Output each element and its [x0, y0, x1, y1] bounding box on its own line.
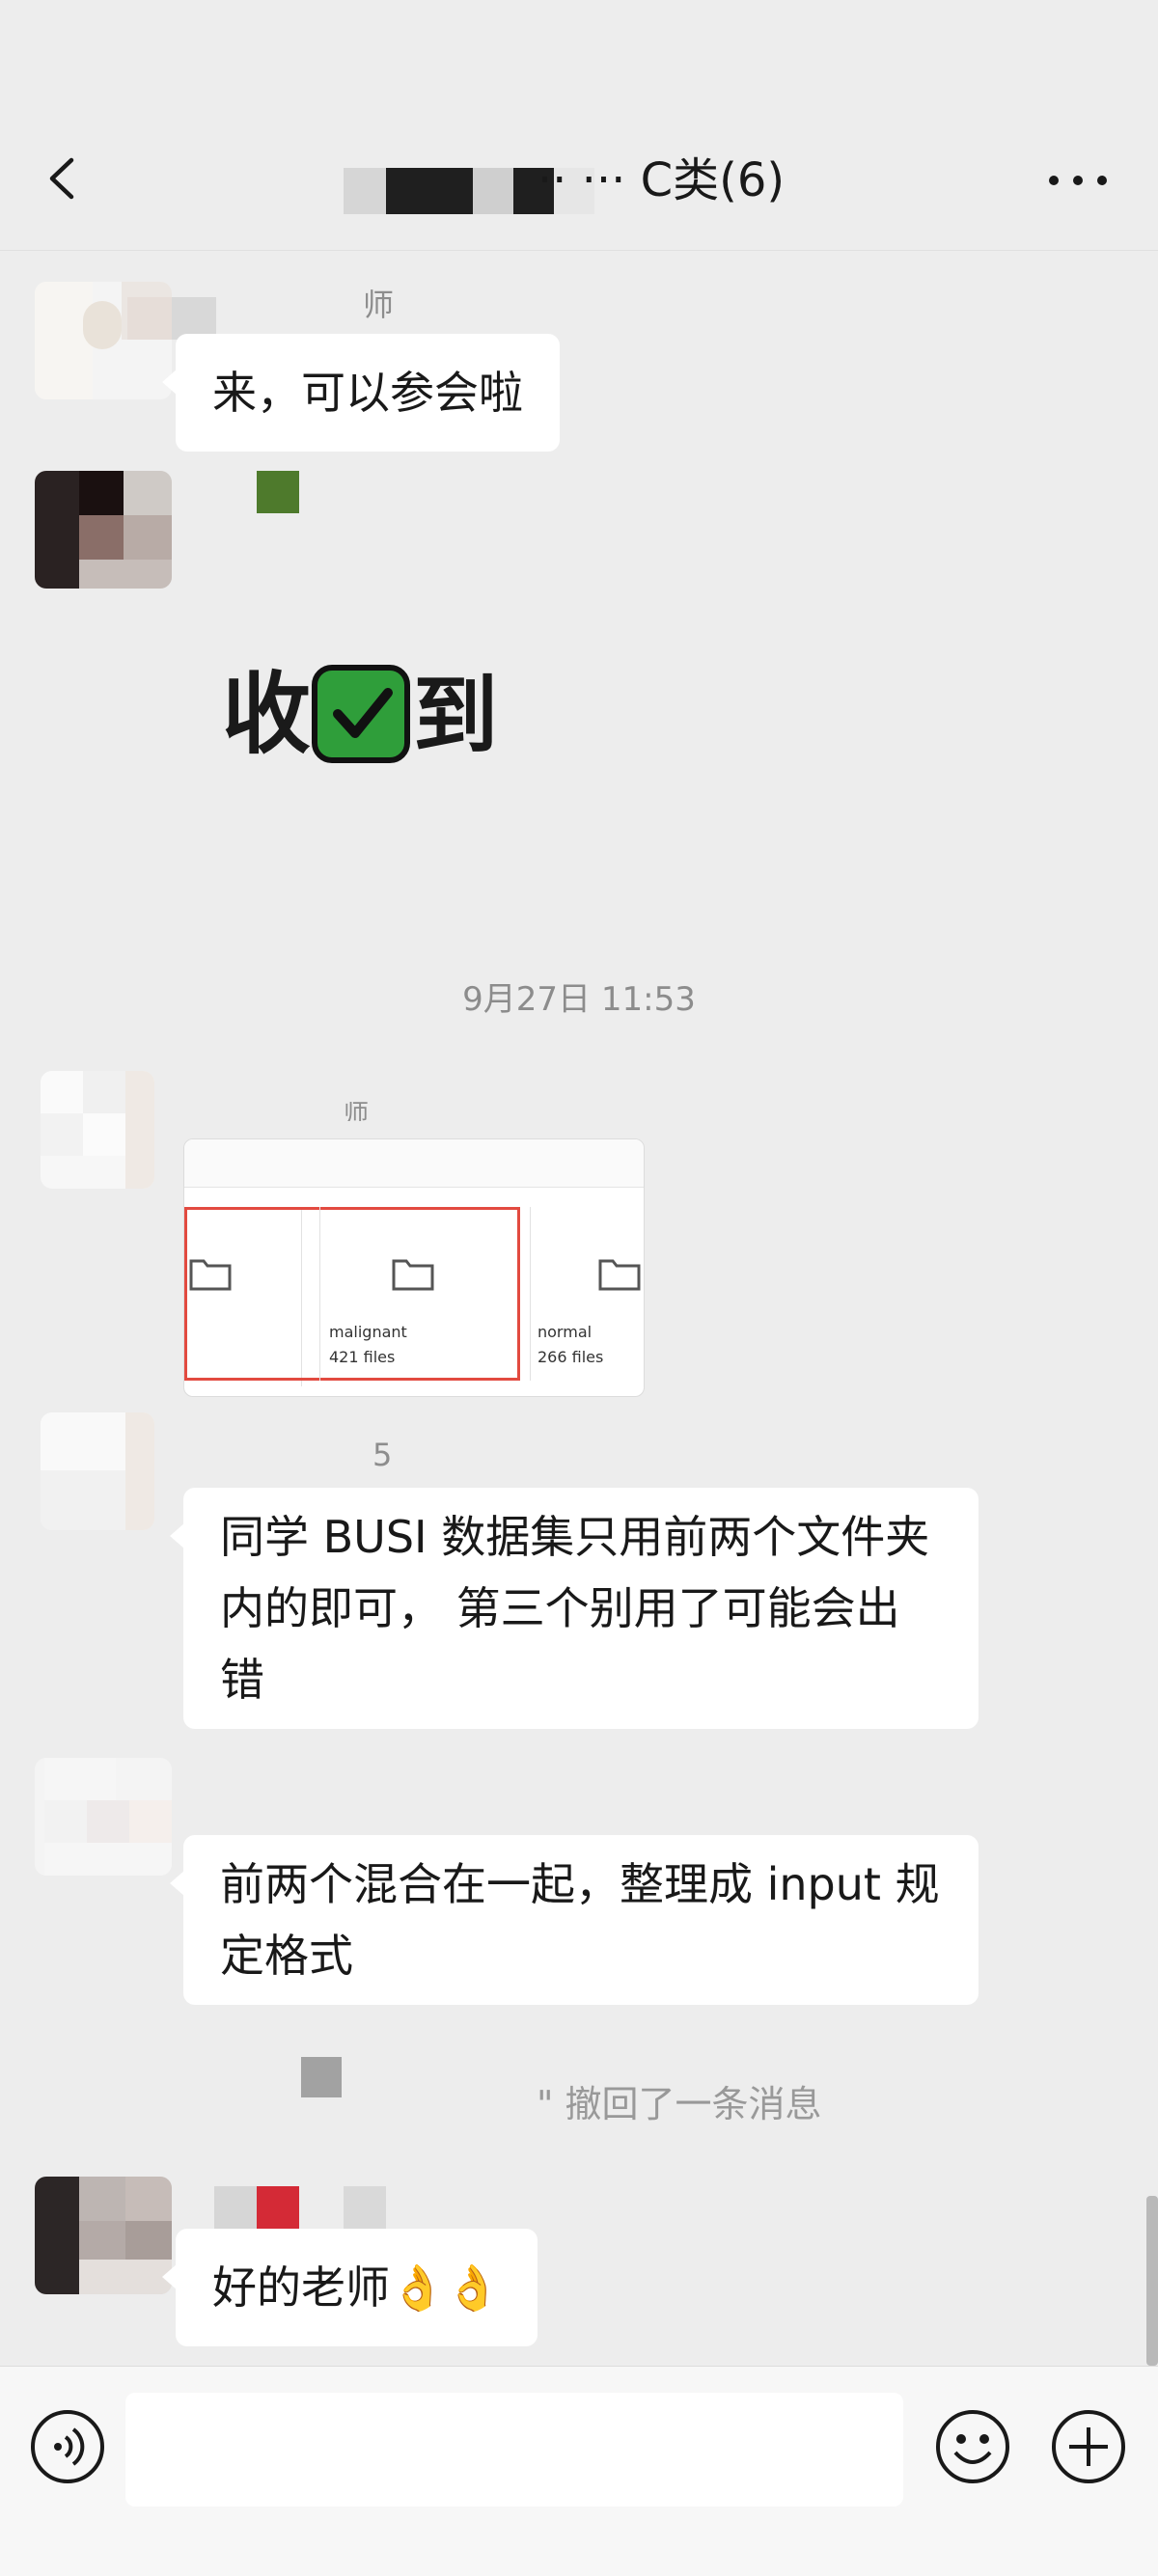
sender-name-mosaic — [257, 471, 299, 513]
folder-name: malignant — [329, 1323, 407, 1341]
avatar[interactable] — [35, 1758, 172, 1876]
sender-name: 5 — [372, 1437, 393, 1473]
message-bubble[interactable]: 前两个混合在一起，整理成 input 规定格式 — [170, 1835, 979, 2005]
chat-header: ·· ··· C类(6) — [0, 0, 1158, 251]
avatar[interactable] — [41, 1412, 154, 1530]
avatar[interactable] — [35, 471, 172, 589]
folder-name: normal — [538, 1323, 593, 1341]
sender-name: 师 — [363, 287, 395, 323]
recall-name-mosaic — [301, 2057, 342, 2097]
folder-icon — [598, 1259, 641, 1291]
svg-text:到: 到 — [413, 666, 498, 765]
plus-icon[interactable] — [1050, 2408, 1127, 2485]
avatar[interactable] — [41, 1071, 154, 1189]
message-input[interactable] — [125, 2393, 903, 2507]
sender-name-mosaic — [214, 2186, 388, 2229]
scrollbar[interactable] — [1146, 2196, 1158, 2366]
sticker[interactable]: 收 到 — [218, 652, 508, 768]
svg-text:收: 收 — [222, 663, 311, 766]
folder-icon — [392, 1259, 434, 1291]
sender-name: 师 — [344, 1102, 370, 1121]
avatar[interactable] — [35, 2177, 172, 2294]
voice-icon[interactable] — [29, 2408, 106, 2485]
image-message[interactable]: malignant 421 files normal 266 files — [183, 1138, 645, 1397]
recall-notice: " 撤回了一条消息 — [537, 2083, 822, 2125]
more-dots-icon[interactable] — [1044, 158, 1112, 203]
message-bubble[interactable]: 同学 BUSI 数据集只用前两个文件夹内的即可， 第三个别用了可能会出错 — [170, 1488, 979, 1729]
message-bubble[interactable]: 好的老师👌👌 — [162, 2229, 538, 2346]
folder-count: 266 files — [538, 1348, 604, 1366]
chat-title: ·· ··· C类(6) — [537, 153, 786, 207]
folder-count: 421 files — [329, 1348, 396, 1366]
emoji-icon[interactable] — [934, 2408, 1011, 2485]
message-bubble[interactable]: 来，可以参会啦 — [162, 334, 560, 452]
timestamp: 9月27日 11:53 — [462, 980, 696, 1019]
folder-icon — [189, 1259, 232, 1291]
